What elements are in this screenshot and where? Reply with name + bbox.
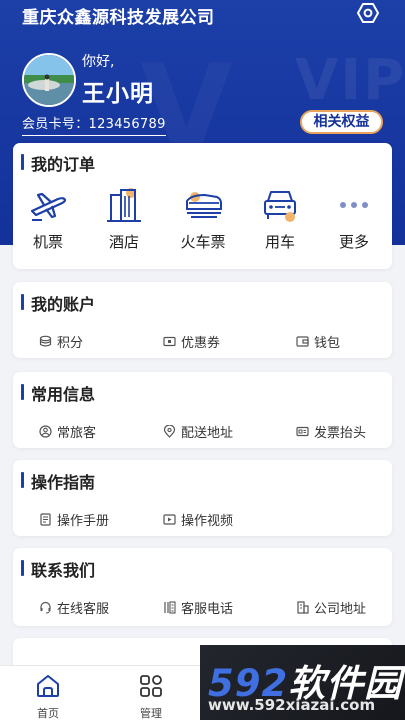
contact-item-phone[interactable]: 客服电话 — [163, 598, 233, 617]
company-name: 重庆众鑫源科技发展公司 — [22, 8, 215, 28]
order-item-more[interactable]: 更多 — [322, 187, 386, 252]
wallet-icon — [296, 336, 309, 347]
train-icon — [186, 192, 222, 218]
coins-icon — [39, 335, 52, 347]
contact-label-address: 公司地址 — [314, 602, 367, 617]
contact-title: 联系我们 — [21, 557, 95, 581]
common-label-address: 配送地址 — [181, 426, 234, 441]
contact-item-address[interactable]: 公司地址 — [296, 598, 366, 617]
contact-card: 联系我们 在线客服 客服电话 公司地址 — [13, 548, 392, 626]
order-label-more: 更多 — [338, 233, 369, 251]
tab-home-label: 首页 — [37, 707, 59, 720]
grid-icon — [140, 675, 162, 697]
site-watermark: 592软件园 www.592xiazai.com — [200, 645, 405, 720]
contact-label-phone: 客服电话 — [181, 602, 234, 617]
account-label-coupon: 优惠券 — [181, 336, 221, 351]
order-label-car: 用车 — [264, 233, 295, 251]
gear-icon[interactable] — [356, 2, 380, 24]
plane-icon — [30, 192, 67, 221]
order-label-hotel: 酒店 — [108, 233, 139, 251]
order-item-hotel[interactable]: 酒店 — [92, 187, 156, 252]
hotel-icon — [107, 188, 141, 222]
account-title: 我的账户 — [21, 291, 95, 315]
greeting-text: 你好, — [82, 54, 115, 70]
guide-label-manual: 操作手册 — [57, 514, 110, 529]
phone-icon — [164, 601, 176, 614]
guide-item-video[interactable]: 操作视频 — [163, 510, 233, 529]
account-item-points[interactable]: 积分 — [39, 332, 83, 351]
invoice-icon — [296, 426, 309, 437]
account-item-wallet[interactable]: 钱包 — [296, 332, 340, 351]
account-label-points: 积分 — [57, 336, 84, 351]
car-icon — [264, 191, 296, 222]
contact-label-online: 在线客服 — [57, 602, 110, 617]
order-label-train: 火车票 — [180, 233, 226, 251]
building-icon — [297, 601, 309, 614]
contact-item-online[interactable]: 在线客服 — [39, 598, 109, 617]
home-icon — [37, 675, 59, 697]
coupon-icon — [163, 336, 176, 347]
video-icon — [163, 514, 176, 525]
location-icon — [163, 425, 176, 438]
orders-title: 我的订单 — [21, 151, 95, 175]
member-card-number: 会员卡号：123456789 — [22, 113, 166, 136]
guide-item-manual[interactable]: 操作手册 — [39, 510, 109, 529]
vip-watermark: VIP — [295, 48, 405, 113]
avatar[interactable] — [22, 53, 76, 107]
order-item-flight[interactable]: 机票 — [16, 187, 80, 252]
headset-icon — [40, 601, 51, 614]
account-item-coupon[interactable]: 优惠券 — [163, 332, 220, 351]
common-label-traveler: 常旅客 — [57, 426, 97, 441]
common-item-address[interactable]: 配送地址 — [163, 422, 233, 441]
common-label-invoice: 发票抬头 — [314, 426, 367, 441]
orders-card: 我的订单 机票 酒店 火车票 用车 更多 — [13, 143, 392, 269]
order-item-train[interactable]: 火车票 — [171, 187, 235, 252]
watermark-url: www.592xiazai.com — [208, 696, 376, 714]
member-rights-button[interactable]: 相关权益 — [300, 110, 383, 134]
common-info-card: 常用信息 常旅客 配送地址 发票抬头 — [13, 372, 392, 448]
common-info-title: 常用信息 — [21, 381, 95, 405]
guide-label-video: 操作视频 — [181, 514, 234, 529]
guide-title: 操作指南 — [21, 469, 95, 493]
manual-icon — [40, 513, 51, 526]
common-item-invoice[interactable]: 发票抬头 — [296, 422, 366, 441]
username: 王小明 — [82, 81, 154, 107]
common-item-traveler[interactable]: 常旅客 — [39, 422, 96, 441]
account-label-wallet: 钱包 — [314, 336, 341, 351]
guide-card: 操作指南 操作手册 操作视频 — [13, 460, 392, 536]
traveler-icon — [39, 425, 52, 438]
tab-manage-label: 管理 — [140, 707, 162, 720]
order-item-car[interactable]: 用车 — [248, 187, 312, 252]
more-icon — [340, 202, 368, 208]
tab-manage[interactable]: 管理 — [121, 674, 181, 720]
order-label-flight: 机票 — [32, 233, 63, 251]
tab-home[interactable]: 首页 — [18, 674, 78, 720]
account-card: 我的账户 积分 优惠券 钱包 — [13, 282, 392, 358]
